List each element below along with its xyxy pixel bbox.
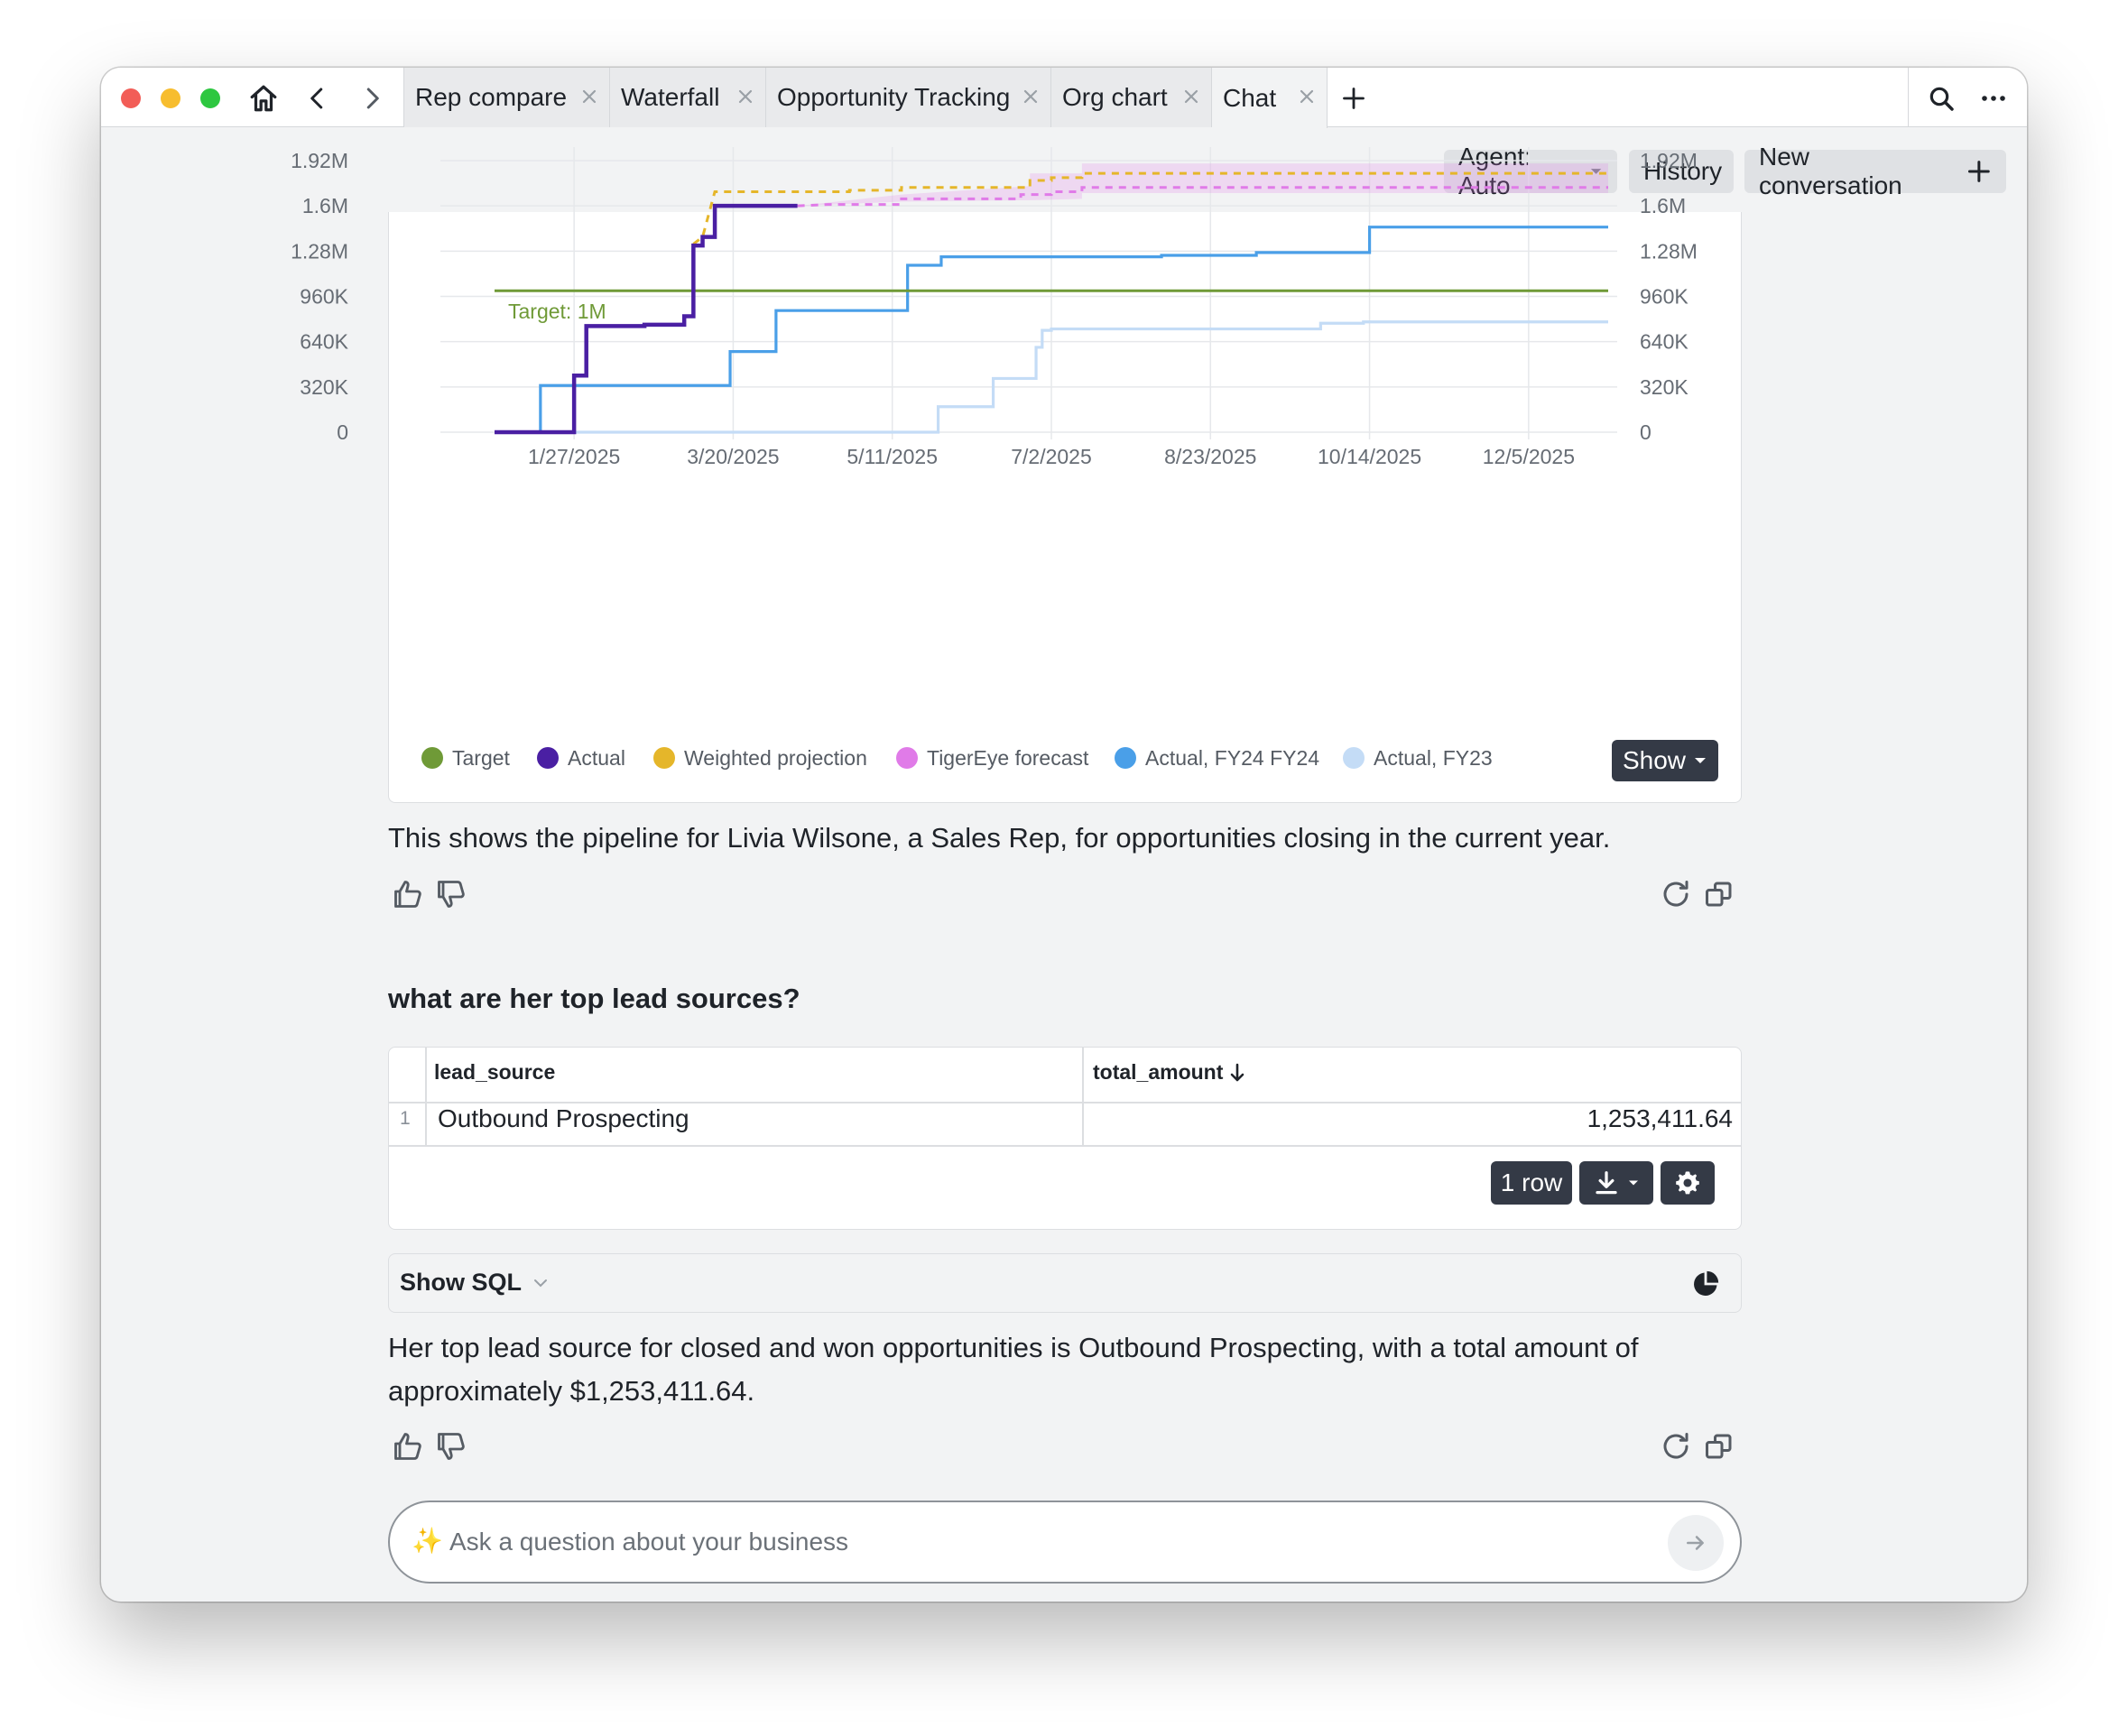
legend-weighted-projection[interactable]: Weighted projection: [653, 744, 867, 771]
app-window: Rep compare Waterfall Opportunity Tracki…: [101, 68, 2027, 1602]
pipeline-chart: 0 0 320K 320K 640K 640K 960K 960K 1.28M 1.28M 1.6M…: [291, 147, 1698, 468]
refresh-icon[interactable]: [1660, 878, 1692, 910]
column-header-lead-source[interactable]: lead_source: [434, 1060, 555, 1085]
download-icon: [1596, 1171, 1617, 1195]
download-button[interactable]: [1579, 1161, 1653, 1205]
legend-swatch: [653, 747, 675, 769]
refresh-icon[interactable]: [1660, 1430, 1692, 1463]
cell-total-amount: 1,253,411.64: [1587, 1104, 1733, 1132]
assistant-answer: Her top lead source for closed and won o…: [388, 1332, 1639, 1407]
legend-swatch: [421, 747, 443, 769]
legend-label: TigerEye forecast: [927, 745, 1089, 770]
y-tick-label-right: 1.92M: [1640, 149, 1698, 172]
thumbs-down-icon[interactable]: [435, 1430, 467, 1463]
x-tick-label: 12/5/2025: [1483, 445, 1575, 468]
thumbs-up-icon[interactable]: [392, 1430, 424, 1463]
show-sql-label: Show SQL: [400, 1269, 522, 1296]
sort-descending-icon: [1231, 1063, 1244, 1081]
target-annotation: Target: 1M: [508, 300, 606, 323]
y-tick-label-right: 960K: [1640, 285, 1689, 309]
legend-swatch: [1115, 747, 1136, 769]
row-index: 1: [400, 1108, 411, 1129]
legend-label: Weighted projection: [684, 745, 867, 770]
legend-label: Actual, FY24 FY24: [1145, 745, 1320, 770]
x-tick-label: 1/27/2025: [528, 445, 620, 468]
legend-target[interactable]: Target: [421, 744, 510, 771]
y-tick-label-right: 640K: [1640, 330, 1689, 354]
legend-swatch: [537, 747, 559, 769]
chat-input[interactable]: [449, 1520, 1623, 1564]
show-series-button[interactable]: Show: [1612, 740, 1718, 781]
legend-swatch: [1343, 747, 1365, 769]
x-tick-label: 3/20/2025: [687, 445, 779, 468]
y-tick-label-right: 1.6M: [1640, 194, 1686, 217]
legend-actual-fy23[interactable]: Actual, FY23: [1343, 744, 1493, 771]
chart-caption: This shows the pipeline for Livia Wilson…: [388, 822, 1611, 854]
y-tick-label-left: 1.6M: [302, 194, 348, 217]
show-label: Show: [1622, 746, 1687, 774]
pie-chart-icon[interactable]: [1690, 1269, 1721, 1299]
thumbs-up-icon[interactable]: [392, 878, 424, 910]
copy-icon[interactable]: [1703, 878, 1735, 910]
legend-actual-fy24[interactable]: Actual, FY24 FY24: [1115, 744, 1319, 771]
legend-swatch: [896, 747, 918, 769]
y-tick-label-left: 1.92M: [291, 149, 348, 172]
y-tick-label-left: 0: [337, 420, 348, 444]
y-tick-label-left: 1.28M: [291, 239, 348, 263]
legend-label: Actual: [568, 745, 625, 770]
x-tick-label: 8/23/2025: [1164, 445, 1256, 468]
copy-icon[interactable]: [1703, 1430, 1735, 1463]
show-sql-panel[interactable]: Show SQL: [388, 1253, 1742, 1313]
chat-input-box[interactable]: ✨: [388, 1501, 1742, 1584]
sparkle-icon: ✨: [412, 1527, 443, 1555]
thumbs-down-icon[interactable]: [435, 878, 467, 910]
x-tick-label: 7/2/2025: [1011, 445, 1092, 468]
chevron-down-icon: [534, 1279, 547, 1287]
caret-down-icon: [1629, 1180, 1638, 1186]
gear-icon: [1676, 1171, 1699, 1195]
column-header-total-amount[interactable]: total_amount: [1093, 1060, 1246, 1085]
y-tick-label-right: 0: [1640, 420, 1652, 444]
user-question: what are her top lead sources?: [388, 983, 800, 1014]
row-count-badge: 1 row: [1491, 1161, 1572, 1205]
caret-down-icon: [1695, 758, 1707, 763]
cell-lead-source: Outbound Prospecting: [438, 1104, 689, 1132]
y-tick-label-left: 640K: [300, 330, 348, 354]
y-tick-label-left: 320K: [300, 375, 348, 399]
y-tick-label-left: 960K: [300, 285, 348, 309]
table-settings-button[interactable]: [1661, 1161, 1715, 1205]
y-tick-label-right: 320K: [1640, 375, 1689, 399]
x-tick-label: 10/14/2025: [1318, 445, 1421, 468]
legend-label: Target: [452, 745, 510, 770]
y-tick-label-right: 1.28M: [1640, 239, 1698, 263]
legend-label: Actual, FY23: [1374, 745, 1493, 770]
arrow-right-icon: [1687, 1536, 1704, 1550]
send-button[interactable]: [1668, 1515, 1724, 1571]
x-tick-label: 5/11/2025: [847, 445, 938, 468]
legend-actual[interactable]: Actual: [537, 744, 625, 771]
legend-tigereye-forecast[interactable]: TigerEye forecast: [896, 744, 1088, 771]
